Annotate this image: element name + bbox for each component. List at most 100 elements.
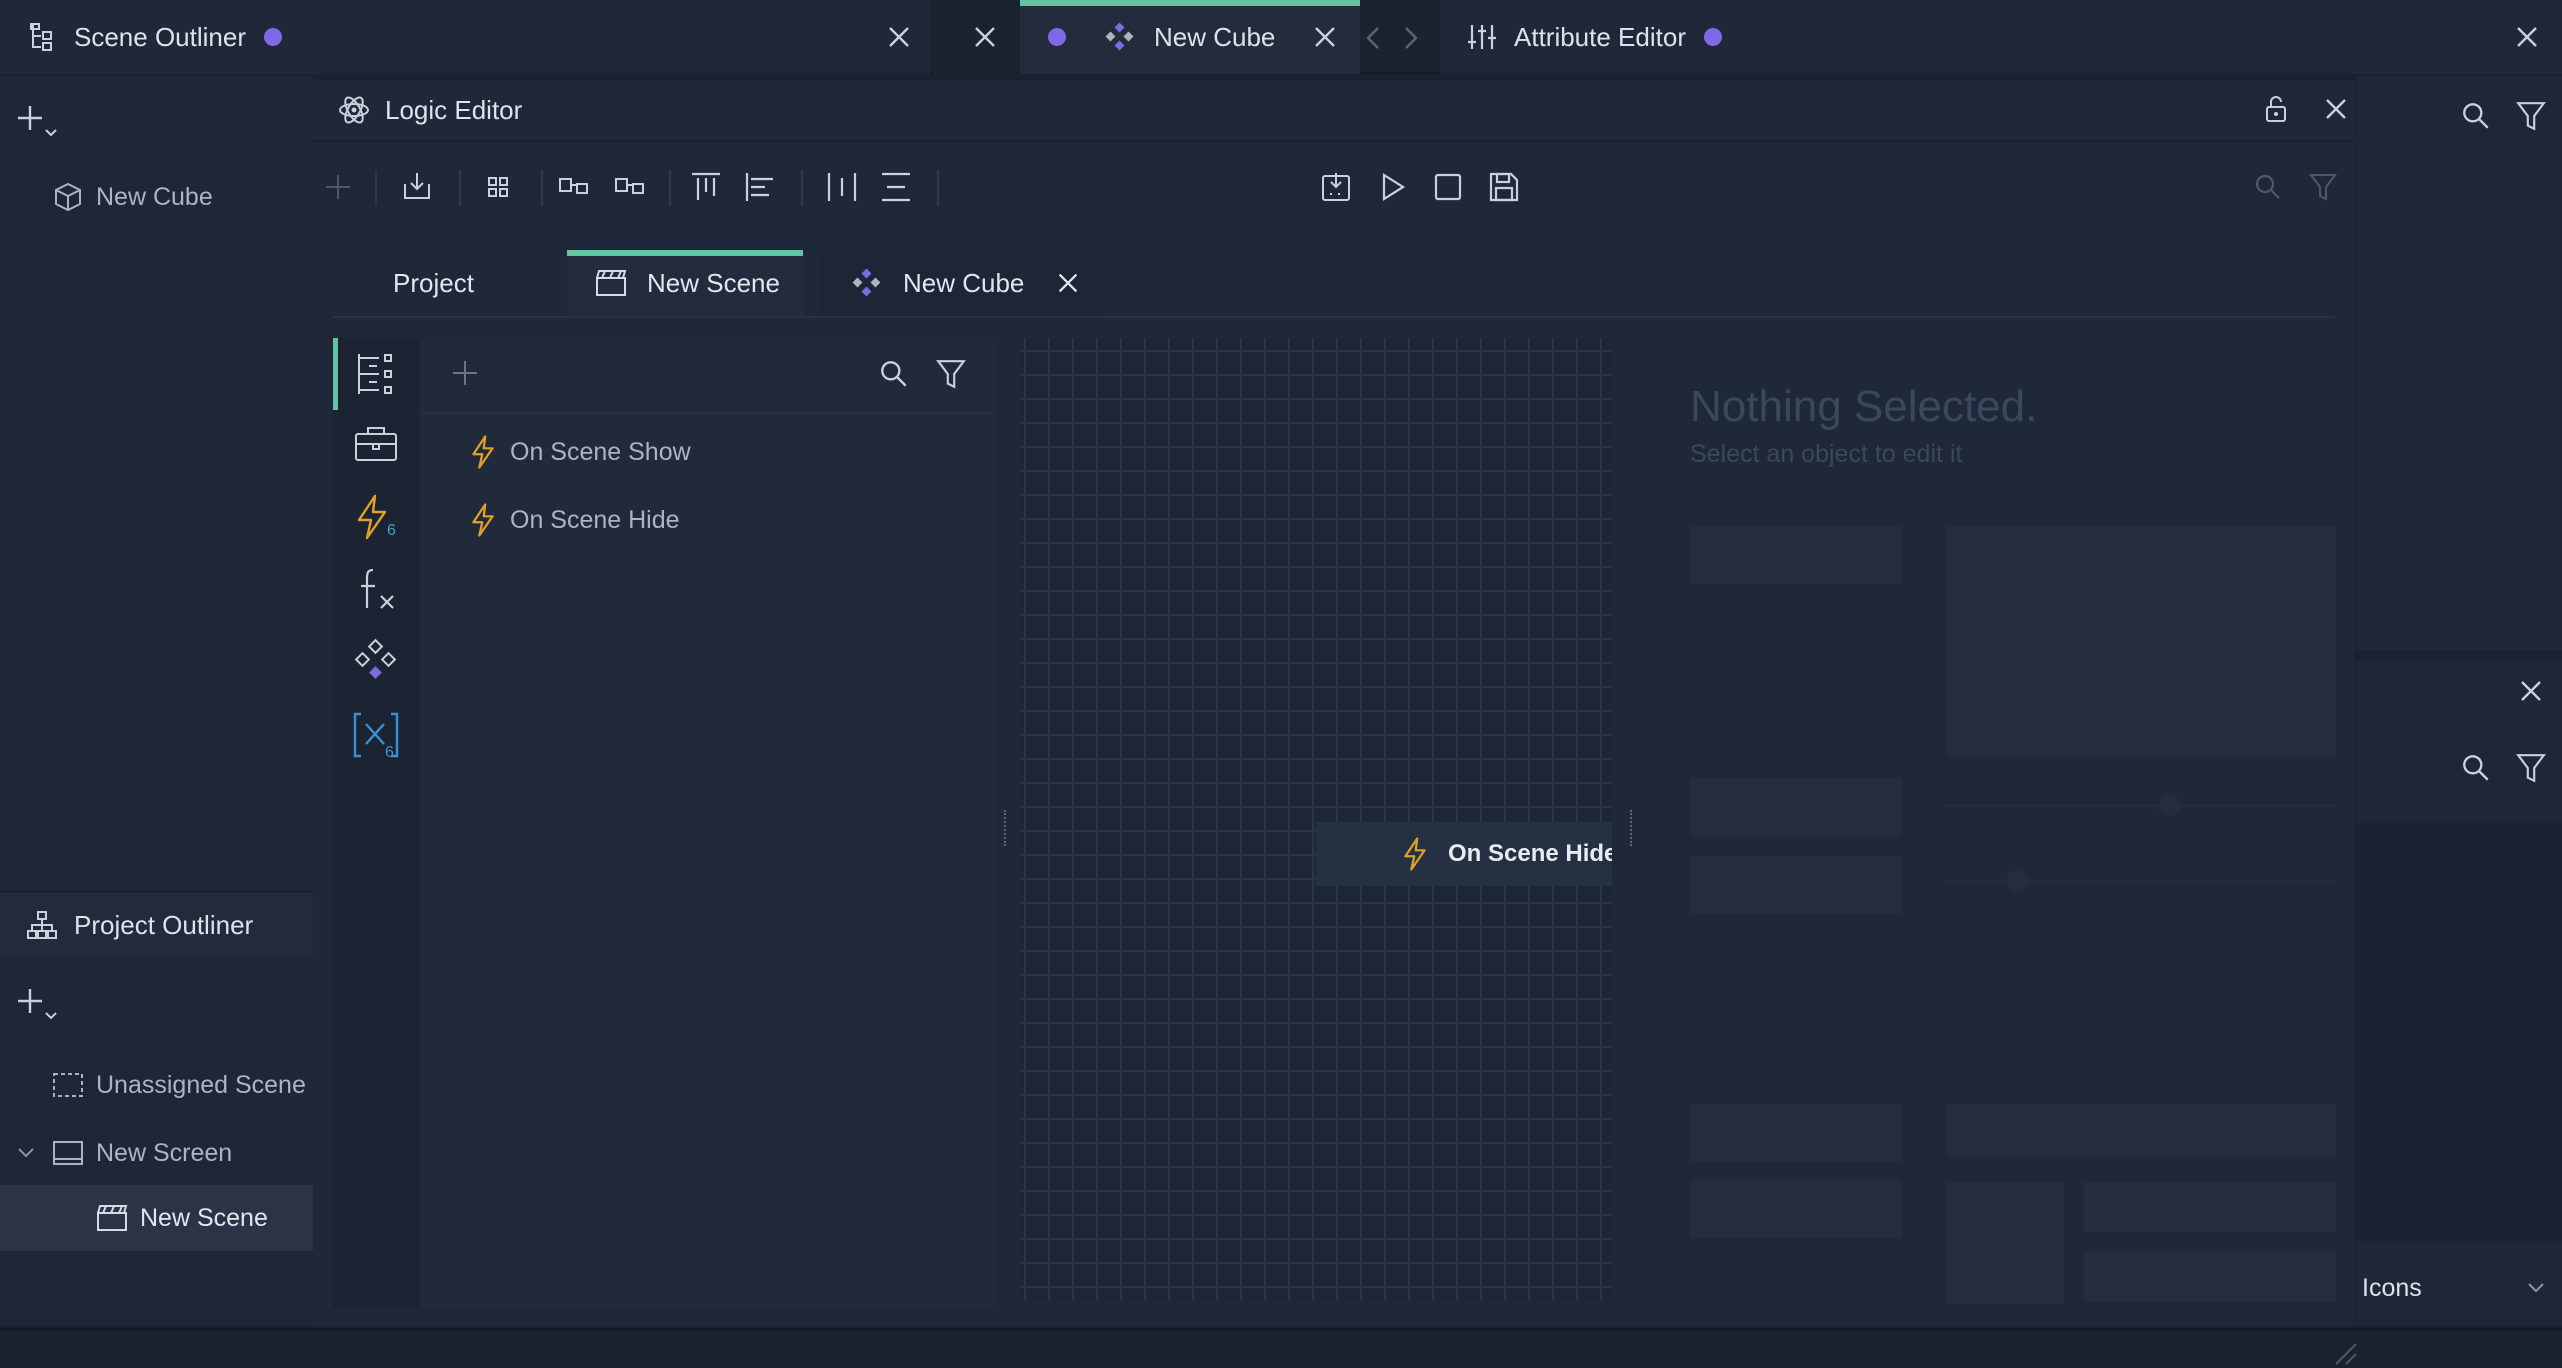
tab-attribute-editor[interactable]: Attribute Editor <box>1440 0 2562 74</box>
event-bolt-icon <box>470 435 496 469</box>
distribute-vertical-icon[interactable] <box>879 170 913 204</box>
add-dropdown-button[interactable] <box>16 102 62 142</box>
item-label: Unassigned Scene <box>96 1070 306 1099</box>
logic-graph-canvas[interactable]: On Scene Hide <box>1020 338 1612 1300</box>
inspector-panel: Nothing Selected. Select an object to ed… <box>1640 338 2355 1308</box>
stop-icon[interactable] <box>1431 170 1465 204</box>
top-tab-bar: Scene Outliner New Cube Attribute Editor <box>0 0 2562 74</box>
logic-editor-titlebar: Logic Editor <box>313 80 2355 140</box>
placeholder-block <box>1690 856 1902 914</box>
cube-node-icon <box>851 268 881 298</box>
chevron-left-icon[interactable] <box>1362 24 1386 52</box>
placeholder-block <box>2084 1182 2336 1232</box>
dashed-screen-icon <box>52 1071 84 1099</box>
project-outliner-header: Project Outliner <box>0 893 313 957</box>
event-bolt-icon[interactable] <box>355 494 389 540</box>
resize-grip-icon[interactable] <box>2330 1338 2358 1366</box>
close-icon[interactable] <box>2321 94 2351 124</box>
logic-editor-toolbar <box>313 140 2355 230</box>
tab-project[interactable]: Project <box>393 250 537 316</box>
tab-scene-outliner-label: Scene Outliner <box>74 21 246 52</box>
view-mode-dropdown[interactable]: Icons <box>2356 1262 2562 1314</box>
splitter-handle[interactable] <box>1630 810 1636 846</box>
tab-new-cube[interactable]: New Cube <box>1020 0 1360 74</box>
toolbox-icon[interactable] <box>353 424 399 464</box>
logic-editor-title: Logic Editor <box>385 94 523 125</box>
event-item-on-scene-show[interactable]: On Scene Show <box>420 422 996 482</box>
view-mode-value: Icons <box>2362 1273 2422 1302</box>
variable-count-badge: 6 <box>385 744 394 761</box>
add-icon[interactable] <box>323 172 353 202</box>
tab-attribute-editor-label: Attribute Editor <box>1514 21 1686 52</box>
lock-icon[interactable] <box>2263 94 2289 124</box>
scene-outliner-panel: New Cube <box>0 76 313 890</box>
add-icon[interactable] <box>450 358 480 388</box>
tab-new-cube-label: New Cube <box>903 267 1025 298</box>
event-label: On Scene Hide <box>510 505 680 534</box>
asset-panel: Icons <box>2356 660 2562 1326</box>
tab-collapsed[interactable] <box>934 0 1018 74</box>
close-icon[interactable] <box>2512 22 2542 52</box>
event-bolt-icon <box>1402 837 1428 871</box>
outliner-item-new-cube[interactable]: New Cube <box>0 172 313 222</box>
search-icon[interactable] <box>2460 752 2492 784</box>
align-left-icon[interactable] <box>743 170 777 204</box>
tab-new-scene[interactable]: New Scene <box>567 250 803 316</box>
cube-node-icon <box>1104 22 1134 52</box>
search-icon[interactable] <box>2460 100 2492 132</box>
distribute-horizontal-icon[interactable] <box>825 170 859 204</box>
align-top-icon[interactable] <box>689 170 723 204</box>
component-icon[interactable] <box>353 638 399 684</box>
grid-view-icon[interactable] <box>483 172 513 202</box>
save-icon[interactable] <box>1487 170 1521 204</box>
close-icon[interactable] <box>970 22 1000 52</box>
placeholder-block <box>1690 1104 1902 1162</box>
chevron-down-icon <box>2526 1278 2546 1298</box>
asset-list[interactable] <box>2356 822 2562 1242</box>
filter-icon[interactable] <box>2309 172 2337 202</box>
close-icon[interactable] <box>1310 22 1340 52</box>
play-icon[interactable] <box>1375 170 1409 204</box>
placeholder-block <box>1690 1180 1902 1238</box>
filter-icon[interactable] <box>2516 752 2546 784</box>
tree-list-icon[interactable] <box>355 352 397 396</box>
graph-node-on-scene-hide[interactable]: On Scene Hide <box>1316 822 1612 886</box>
attribute-editor-panel <box>2356 76 2562 650</box>
splitter-handle[interactable] <box>1004 810 1010 846</box>
tab-new-cube[interactable]: New Cube <box>819 250 1103 316</box>
rail-active-indicator <box>333 338 338 410</box>
project-item-new-scene[interactable]: New Scene <box>0 1185 313 1251</box>
add-dropdown-button[interactable] <box>16 985 62 1025</box>
align-bottom-nodes-icon[interactable] <box>613 172 647 202</box>
outliner-tree-icon <box>28 22 58 52</box>
placeholder-line <box>1946 880 2336 883</box>
event-label: On Scene Show <box>510 437 691 466</box>
close-icon[interactable] <box>1054 269 1082 297</box>
status-bar <box>0 1328 2562 1368</box>
tab-scene-outliner[interactable]: Scene Outliner <box>0 0 930 74</box>
export-icon[interactable] <box>1319 170 1353 204</box>
function-icon[interactable] <box>355 566 401 612</box>
placeholder-knob <box>2158 794 2180 816</box>
event-bolt-icon <box>470 503 496 537</box>
search-icon[interactable] <box>878 358 910 390</box>
placeholder-block <box>2084 1252 2336 1302</box>
close-icon[interactable] <box>2516 676 2546 706</box>
sliders-icon <box>1466 22 1498 52</box>
placeholder-block <box>1690 526 1902 584</box>
close-icon[interactable] <box>884 22 914 52</box>
chevron-down-icon[interactable] <box>16 1143 36 1163</box>
search-icon[interactable] <box>2253 172 2283 202</box>
filter-icon[interactable] <box>2516 100 2546 132</box>
project-item-unassigned-scene[interactable]: Unassigned Scene <box>0 1057 313 1113</box>
placeholder-block <box>1946 1182 2064 1304</box>
event-item-on-scene-hide[interactable]: On Scene Hide <box>420 490 996 550</box>
filter-icon[interactable] <box>936 358 966 390</box>
align-top-nodes-icon[interactable] <box>557 172 591 202</box>
project-item-new-screen[interactable]: New Screen <box>0 1125 313 1181</box>
chevron-right-icon[interactable] <box>1398 24 1422 52</box>
import-icon[interactable] <box>401 170 433 202</box>
event-list-panel: On Scene Show On Scene Hide <box>420 338 996 1308</box>
unsaved-dot <box>1048 28 1066 46</box>
tab-new-cube-label: New Cube <box>1154 21 1276 52</box>
